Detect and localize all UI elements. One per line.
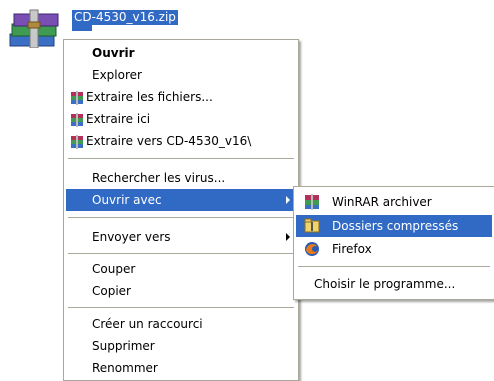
winrar-icon — [70, 90, 84, 105]
submenu-item-firefox[interactable]: Firefox — [296, 238, 492, 260]
file-name-overflow — [72, 25, 92, 31]
menu-item-couper[interactable]: Couper — [66, 258, 296, 280]
menu-item-extraire-ici[interactable]: Extraire ici — [66, 108, 296, 130]
menu-item-label: Ouvrir — [92, 46, 135, 60]
menu-item-label: Rechercher les virus... — [92, 171, 226, 185]
menu-item-renommer[interactable]: Renommer — [66, 357, 296, 379]
submenu-separator — [298, 266, 490, 267]
menu-separator — [68, 217, 294, 218]
menu-item-label: Renommer — [92, 361, 158, 375]
menu-item-copier[interactable]: Copier — [66, 280, 296, 302]
context-menu: Ouvrir Explorer Extraire les fichiers...… — [63, 39, 299, 381]
submenu-item-dossiers-compresses[interactable]: Dossiers compressés — [296, 215, 492, 237]
submenu-item-label: Dossiers compressés — [332, 219, 459, 233]
submenu-item-label: WinRAR archiver — [332, 195, 432, 209]
menu-item-ouvrir-avec[interactable]: Ouvrir avec — [66, 189, 296, 211]
menu-item-label: Explorer — [92, 68, 142, 82]
open-with-submenu: WinRAR archiver Dossiers compressés Fire… — [293, 186, 494, 300]
menu-separator — [68, 253, 294, 254]
submenu-item-winrar[interactable]: WinRAR archiver — [296, 191, 492, 213]
menu-item-label: Créer un raccourci — [92, 317, 203, 331]
submenu-item-label: Firefox — [332, 242, 372, 256]
winrar-icon — [304, 194, 320, 210]
menu-item-ouvrir[interactable]: Ouvrir — [66, 42, 296, 64]
menu-item-label: Ouvrir avec — [92, 193, 162, 207]
menu-item-label: Extraire vers CD-4530_v16\ — [86, 134, 252, 148]
menu-item-envoyer-vers[interactable]: Envoyer vers — [66, 226, 296, 248]
file-name[interactable]: CD-4530_v16.zip — [72, 10, 178, 25]
winrar-icon — [70, 112, 84, 127]
firefox-icon — [304, 241, 320, 257]
submenu-arrow-icon — [286, 233, 290, 241]
menu-item-supprimer[interactable]: Supprimer — [66, 335, 296, 357]
menu-separator — [68, 307, 294, 308]
zip-folder-icon — [304, 218, 320, 234]
submenu-item-choisir-programme[interactable]: Choisir le programme... — [296, 273, 492, 295]
menu-item-label: Extraire les fichiers... — [86, 90, 213, 104]
menu-item-rechercher-virus[interactable]: Rechercher les virus... — [66, 167, 296, 189]
winrar-icon — [70, 134, 84, 149]
menu-item-label: Couper — [92, 262, 136, 276]
menu-item-label: Extraire ici — [86, 112, 151, 126]
menu-item-label: Supprimer — [92, 339, 155, 353]
menu-item-extraire-vers[interactable]: Extraire vers CD-4530_v16\ — [66, 130, 296, 152]
menu-item-extraire-fichiers[interactable]: Extraire les fichiers... — [66, 86, 296, 108]
winrar-archive-icon[interactable] — [8, 8, 64, 49]
menu-item-label: Envoyer vers — [92, 230, 171, 244]
menu-separator — [68, 158, 294, 159]
menu-item-explorer[interactable]: Explorer — [66, 64, 296, 86]
menu-item-creer-raccourci[interactable]: Créer un raccourci — [66, 313, 296, 335]
submenu-item-label: Choisir le programme... — [314, 277, 456, 291]
submenu-arrow-icon — [286, 196, 290, 204]
menu-item-label: Copier — [92, 284, 131, 298]
